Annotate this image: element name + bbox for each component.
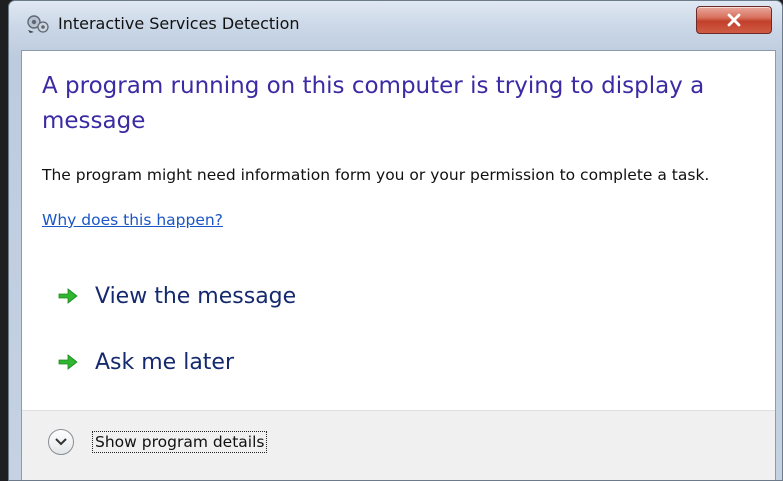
description-text: The program might need information form … [42,166,710,184]
why-does-this-happen-link[interactable]: Why does this happen? [42,211,223,229]
main-instruction: A program running on this computer is tr… [42,73,705,134]
show-program-details-label: Show program details [92,431,268,453]
close-icon [727,13,741,27]
window-title: Interactive Services Detection [58,14,300,33]
close-button[interactable] [696,6,772,34]
dialog-content: A program running on this computer is tr… [21,50,776,480]
title-bar[interactable]: Interactive Services Detection [9,1,782,41]
dialog-footer: Show program details [22,410,775,480]
green-arrow-icon [58,288,78,304]
chevron-down-icon [55,438,67,446]
view-message-command[interactable]: View the message [56,274,296,318]
show-program-details-toggle[interactable]: Show program details [48,429,268,455]
green-arrow-icon [58,354,78,370]
services-gear-icon [26,14,50,34]
view-message-label: View the message [95,283,297,309]
dialog-window: Interactive Services Detection A program… [8,0,783,481]
ask-me-later-command[interactable]: Ask me later [56,340,234,384]
ask-me-later-label: Ask me later [95,349,235,375]
expand-button[interactable] [48,429,74,455]
